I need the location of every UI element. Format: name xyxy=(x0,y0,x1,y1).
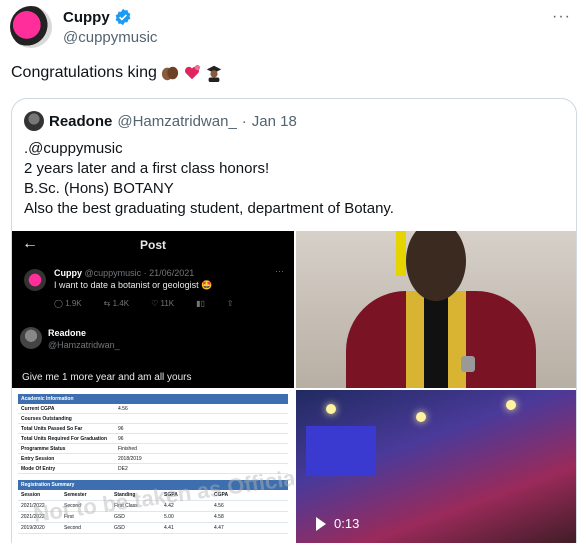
screenshot-replies-count: ◯ 1.9K xyxy=(54,299,82,308)
hands-icon xyxy=(161,66,178,81)
results-row: Total Units Passed So Far 96 xyxy=(18,424,288,434)
stage-light xyxy=(326,404,336,414)
more-options-icon[interactable]: ··· xyxy=(552,8,571,26)
summary-row: 2019/2020 Second GSD 4.41 4.47 xyxy=(18,523,288,534)
screenshot-reply-avatar xyxy=(20,327,42,349)
quote-display-name[interactable]: Readone xyxy=(49,113,112,130)
stage-light xyxy=(506,400,516,410)
screenshot-reply-handle: @Hamzatridwan_ xyxy=(48,340,120,350)
like-icon: ♡ xyxy=(151,299,159,308)
author-name-row: Cuppy xyxy=(63,8,132,26)
analytics-icon: ▮▯ xyxy=(196,299,205,308)
results-row: Programme Status Finished xyxy=(18,444,288,454)
stage-light xyxy=(416,412,426,422)
media-video[interactable]: 0:13 xyxy=(296,390,576,543)
quote-avatar[interactable] xyxy=(24,111,44,131)
results-row: Current CGPA 4.56 xyxy=(18,404,288,414)
video-play-button[interactable]: 0:13 xyxy=(316,516,359,531)
media-results-screenshot[interactable]: Academic Information Current CGPA 4.56 Co… xyxy=(12,390,294,543)
media-graduation-photo[interactable] xyxy=(296,231,576,388)
reply-icon: ◯ xyxy=(54,299,63,308)
academic-info-header: Academic Information xyxy=(18,394,288,404)
quote-separator: · xyxy=(241,112,247,130)
retweet-icon: ⇆ xyxy=(103,299,111,308)
screenshot-likes-count: ♡ 11K xyxy=(151,299,174,308)
quote-date[interactable]: Jan 18 xyxy=(252,113,297,130)
quoted-tweet[interactable]: Readone @Hamzatridwan_ · Jan 18 .@cuppym… xyxy=(11,98,577,543)
stage-screen-shape xyxy=(306,426,376,476)
tweet-text-body: Congratulations king xyxy=(11,64,157,81)
screenshot-avatar xyxy=(24,269,46,291)
graduate-icon xyxy=(206,65,222,82)
watch-shape xyxy=(461,356,475,372)
media-screenshot[interactable]: ← Post Cuppy @cuppymusic · 21/06/2021 ··… xyxy=(12,231,294,388)
screenshot-stats: ◯ 1.9K ⇆ 1.4K ♡ 11K ▮▯ ⇧ xyxy=(54,299,234,308)
likes-count-value: 11K xyxy=(160,299,175,308)
quote-header: Readone @Hamzatridwan_ · Jan 18 xyxy=(24,111,297,131)
quote-body: .@cuppymusic 2 years later and a first c… xyxy=(24,139,394,219)
screenshot-post-name: Cuppy xyxy=(54,268,82,278)
back-arrow-icon: ← xyxy=(22,235,38,252)
retweets-count-value: 1.4K xyxy=(112,299,130,308)
screenshot-retweets-count: ⇆ 1.4K xyxy=(104,299,129,308)
media-grid: ← Post Cuppy @cuppymusic · 21/06/2021 ··… xyxy=(12,231,576,543)
screenshot-post-text: I want to date a botanist or geologist 🤩 xyxy=(54,280,213,290)
author-handle[interactable]: @cuppymusic xyxy=(63,29,157,46)
replies-count-value: 1.9K xyxy=(65,299,82,308)
video-duration: 0:13 xyxy=(334,516,360,531)
quote-handle[interactable]: @Hamzatridwan_ xyxy=(117,113,236,130)
results-row: Courses Outstanding xyxy=(18,414,288,424)
screenshot-topbar: ← Post xyxy=(12,231,294,259)
quote-line: B.Sc. (Hons) BOTANY xyxy=(24,180,174,197)
gown-panel-shape xyxy=(406,291,466,388)
quote-line: .@cuppymusic xyxy=(24,140,123,157)
screenshot-reply-name: Readone xyxy=(48,328,87,338)
results-row: Total Units Required For Graduation 96 xyxy=(18,434,288,444)
share-icon: ⇧ xyxy=(226,299,234,308)
results-row: Entry Session 2018/2019 xyxy=(18,454,288,464)
quote-line: Also the best graduating student, depart… xyxy=(24,200,394,217)
tweet-text: Congratulations king xyxy=(11,64,223,82)
screenshot-title: Post xyxy=(140,238,167,252)
hearts-icon xyxy=(184,64,200,80)
screenshot-more-icon: ··· xyxy=(275,266,284,276)
screenshot-post-meta: @cuppymusic · 21/06/2021 xyxy=(84,268,195,278)
tassel-shape xyxy=(396,231,406,276)
author-display-name[interactable]: Cuppy xyxy=(63,9,110,26)
screenshot-reply-text: Give me 1 more year and am all yours xyxy=(22,372,192,383)
screenshot-post-author: Cuppy @cuppymusic · 21/06/2021 xyxy=(54,268,194,278)
avatar[interactable] xyxy=(10,6,52,48)
verified-badge-icon xyxy=(115,8,131,26)
quote-line: 2 years later and a first class honors! xyxy=(24,160,270,177)
play-icon xyxy=(316,516,326,531)
